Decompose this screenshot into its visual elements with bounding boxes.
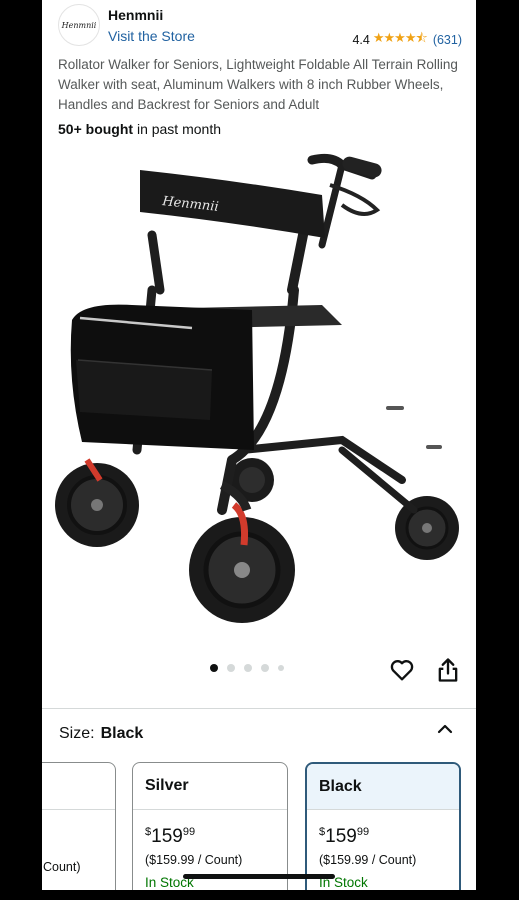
front-right-wheel [189, 480, 295, 623]
rating-summary[interactable]: 4.4 ★★★★⯪ (631) [352, 29, 462, 51]
brand-name[interactable]: Henmnii [108, 8, 163, 22]
variant-card-silver[interactable]: Silver $15999 ($159.99 / Count) In Stock [132, 762, 288, 890]
variant-name [42, 763, 115, 810]
review-count[interactable]: (631) [433, 33, 462, 47]
variant-name: Black [307, 764, 459, 810]
carousel-dot[interactable] [244, 664, 252, 672]
price-dollars: 159 [151, 826, 183, 847]
section-divider [42, 708, 476, 709]
carousel-dot[interactable] [278, 665, 284, 671]
carousel-dot[interactable] [210, 664, 218, 672]
carousel-dot[interactable] [227, 664, 235, 672]
backrest: Henmnii [140, 170, 325, 238]
heart-icon[interactable] [388, 656, 416, 684]
visit-store-link[interactable]: Visit the Store [108, 27, 195, 45]
detached-part-1 [386, 406, 404, 410]
size-value: Black [100, 725, 144, 742]
front-left-wheel [55, 458, 139, 547]
variant-unit-price: ($159.99 / Count) [145, 853, 243, 867]
carousel-dot[interactable] [261, 664, 269, 672]
product-title: Rollator Walker for Seniors, Lightweight… [58, 57, 458, 112]
detached-part-2 [426, 445, 442, 449]
price-dollars: 159 [325, 826, 357, 847]
storage-bag [70, 304, 254, 450]
hand-brake [329, 183, 381, 216]
bought-count: 50+ bought [58, 121, 134, 137]
product-image[interactable]: Henmnii [42, 150, 476, 640]
size-label: Size: [59, 725, 95, 742]
store-logo[interactable]: Henmnii [58, 4, 100, 46]
variant-unit-price: ($159.99 / Count) [319, 853, 417, 867]
variant-price: $15999 [145, 826, 196, 847]
star-rating-icon: ★★★★⯪ [372, 30, 428, 45]
price-cents: 99 [356, 826, 370, 838]
share-icon[interactable] [434, 656, 462, 684]
home-indicator[interactable] [183, 874, 335, 879]
variant-price: $15999 [319, 826, 370, 847]
variant-name: Silver [133, 763, 287, 810]
bought-in-past-month: 50+ bought in past month [58, 121, 221, 137]
price-cents: 99 [182, 826, 196, 838]
product-screen: Henmnii Henmnii Visit the Store 4.4 ★★★★… [42, 0, 476, 890]
chevron-up-icon[interactable] [435, 719, 455, 739]
size-selector-header[interactable]: Size: Black [59, 725, 143, 743]
variant-card-black[interactable]: Black $15999 ($159.99 / Count) In Stock [305, 762, 461, 890]
variant-unit-price: Count) [43, 860, 81, 874]
store-logo-text: Henmnii [61, 20, 97, 30]
variant-card-partial[interactable]: Count) [42, 762, 116, 890]
bought-period: in past month [133, 121, 221, 137]
rating-score: 4.4 [352, 33, 370, 47]
